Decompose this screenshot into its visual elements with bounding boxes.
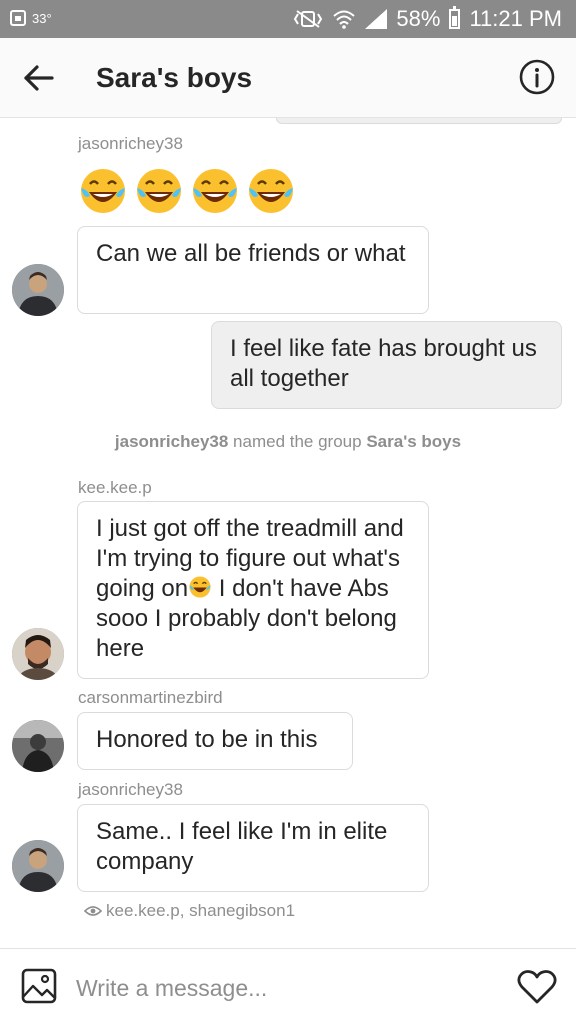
message-bubble[interactable]: Can we all be friends or what xyxy=(77,226,429,314)
notification-icon xyxy=(10,10,26,26)
back-button[interactable] xyxy=(18,58,58,98)
avatar[interactable] xyxy=(12,628,64,680)
arrow-left-icon xyxy=(24,65,54,91)
message-bubble[interactable]: Same.. I feel like I'm in elite company xyxy=(77,804,429,892)
face-with-tears-of-joy-icon xyxy=(81,169,125,213)
face-with-tears-of-joy-icon xyxy=(193,169,237,213)
message-input[interactable] xyxy=(76,971,496,1005)
face-with-tears-of-joy-icon xyxy=(137,169,181,213)
info-button[interactable] xyxy=(518,58,556,96)
avatar[interactable] xyxy=(12,840,64,892)
seen-by-indicator: kee.kee.p, shanegibson1 xyxy=(84,901,295,921)
battery-icon xyxy=(449,6,461,29)
sender-username[interactable]: jasonrichey38 xyxy=(78,134,183,154)
system-message: jasonrichey38 named the group Sara's boy… xyxy=(0,432,576,452)
temperature: 33° xyxy=(32,10,52,26)
face-with-tears-of-joy-icon xyxy=(249,169,293,213)
wifi-icon xyxy=(333,10,356,29)
avatar[interactable] xyxy=(12,264,64,316)
battery-percent: 58% xyxy=(396,6,441,31)
mute-vibrate-icon xyxy=(294,10,323,28)
message-composer xyxy=(0,948,576,1024)
eye-icon xyxy=(84,906,102,916)
system-action: named the group xyxy=(233,432,362,451)
message-thread[interactable]: jasonrichey38 Can we all be friends or w… xyxy=(0,118,576,948)
conversation-title: Sara's boys xyxy=(96,62,253,93)
sender-username[interactable]: kee.kee.p xyxy=(78,478,152,498)
system-group-name: Sara's boys xyxy=(366,432,462,451)
gallery-button[interactable] xyxy=(20,967,58,1005)
like-button[interactable] xyxy=(516,967,558,1007)
system-actor: jasonrichey38 xyxy=(114,432,229,451)
clock: 11:21 PM xyxy=(469,6,562,31)
face-with-tears-of-joy-icon xyxy=(189,576,211,598)
avatar[interactable] xyxy=(12,720,64,772)
previous-message-bubble[interactable] xyxy=(276,118,562,124)
status-bar: 33° 58% 11:21 PM xyxy=(0,0,576,38)
message-bubble[interactable]: Honored to be in this xyxy=(77,712,353,770)
sender-username[interactable]: jasonrichey38 xyxy=(78,780,183,800)
signal-icon xyxy=(365,9,388,29)
conversation-header: Sara's boys xyxy=(0,38,576,118)
image-icon xyxy=(21,968,57,1004)
heart-icon xyxy=(517,970,557,1004)
sender-username[interactable]: carsonmartinezbird xyxy=(78,688,223,708)
seen-by-names: kee.kee.p, shanegibson1 xyxy=(106,901,296,920)
message-bubble[interactable]: I just got off the treadmill and I'm try… xyxy=(77,501,429,679)
info-icon xyxy=(519,59,555,95)
emoji-message[interactable] xyxy=(78,166,296,216)
my-message-bubble[interactable]: I feel like fate has brought us all toge… xyxy=(211,321,562,409)
